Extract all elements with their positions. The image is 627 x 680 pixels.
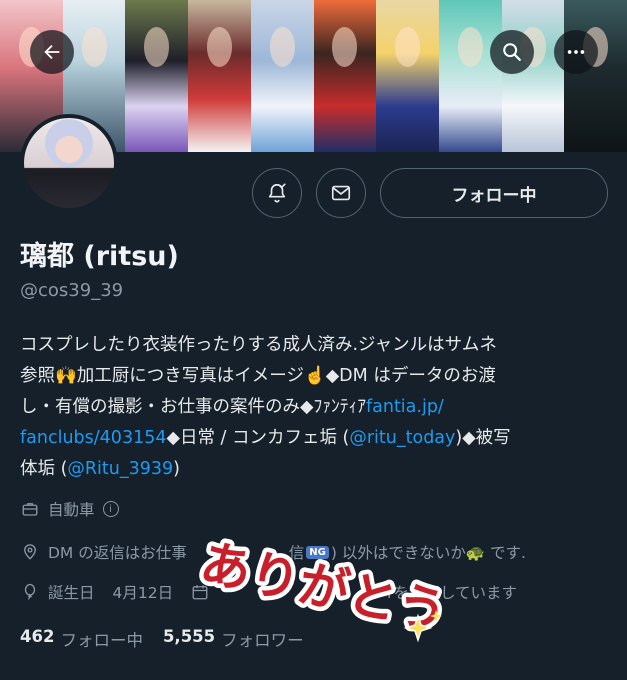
search-button[interactable]	[490, 30, 534, 74]
following-button[interactable]: フォロー中	[380, 168, 608, 218]
tabs-strip	[0, 668, 627, 680]
thank-you-sticker: ありがとう	[191, 529, 450, 647]
mention-link[interactable]: @Ritu_3939	[67, 459, 173, 479]
bio-text: し・有償の撮影・お仕事の案件のみ◆ﾌｧﾝﾃｨｱ	[20, 397, 366, 417]
following-count[interactable]: 462	[20, 627, 54, 651]
balloon-icon	[20, 582, 40, 602]
briefcase-icon	[20, 499, 40, 519]
location-text: DM の返信はお仕事	[48, 544, 187, 562]
mail-icon	[331, 185, 351, 201]
more-button[interactable]	[554, 30, 598, 74]
avatar[interactable]	[20, 114, 118, 212]
bio-line: し・有償の撮影・お仕事の案件のみ◆ﾌｧﾝﾃｨｱfantia.jp/	[20, 392, 610, 423]
banner-photo	[250, 0, 314, 152]
bio-text: )	[173, 459, 180, 479]
bio-text: ◆日常 / コンカフェ垢 (	[166, 428, 350, 448]
notification-button[interactable]	[252, 168, 302, 218]
more-horizontal-icon	[567, 50, 585, 54]
birthdate-label: 誕生日	[48, 584, 95, 602]
search-icon	[503, 43, 521, 61]
following-label[interactable]: フォロー中	[60, 627, 143, 651]
bio-text: )◆被写	[455, 428, 511, 448]
birthdate-value: 4月12日	[112, 584, 174, 602]
display-name: 璃都 (ritsu)	[20, 241, 179, 272]
banner-photo	[376, 0, 439, 152]
message-button[interactable]	[316, 168, 366, 218]
banner-photo	[438, 0, 502, 152]
category-label: 自動車	[48, 501, 95, 519]
profile-bio: コスプレしたり衣装作ったりする成人済み.ジャンルはサムネ 参照🙌加工厨につき写真…	[20, 330, 610, 485]
bio-line: fanclubs/403154◆日常 / コンカフェ垢 (@ritu_today…	[20, 423, 610, 454]
bio-line: コスプレしたり衣装作ったりする成人済み.ジャンルはサムネ	[20, 335, 497, 355]
info-icon[interactable]: i	[102, 501, 119, 517]
arrow-left-icon	[44, 44, 60, 60]
bell-check-icon	[268, 183, 286, 203]
user-handle: @cos39_39	[20, 280, 124, 301]
mention-link[interactable]: @ritu_today	[349, 428, 455, 448]
bio-line: 参照🙌加工厨につき写真はイメージ☝️◆DM はデータのお渡	[20, 366, 496, 386]
banner-photo	[564, 0, 627, 152]
back-button[interactable]	[30, 30, 74, 74]
fantia-link-cont[interactable]: fanclubs/403154	[20, 428, 166, 448]
bio-text: 体垢 (	[20, 459, 68, 479]
banner-photo	[501, 0, 565, 152]
location-pin-icon	[20, 542, 40, 562]
banner-photo	[188, 0, 251, 152]
bio-line: 体垢 (@Ritu_3939)	[20, 454, 610, 485]
banner-photo	[125, 0, 189, 152]
fantia-link[interactable]: fantia.jp/	[366, 397, 444, 417]
banner-photo	[313, 0, 377, 152]
professional-category: 自動車 i	[20, 498, 119, 520]
